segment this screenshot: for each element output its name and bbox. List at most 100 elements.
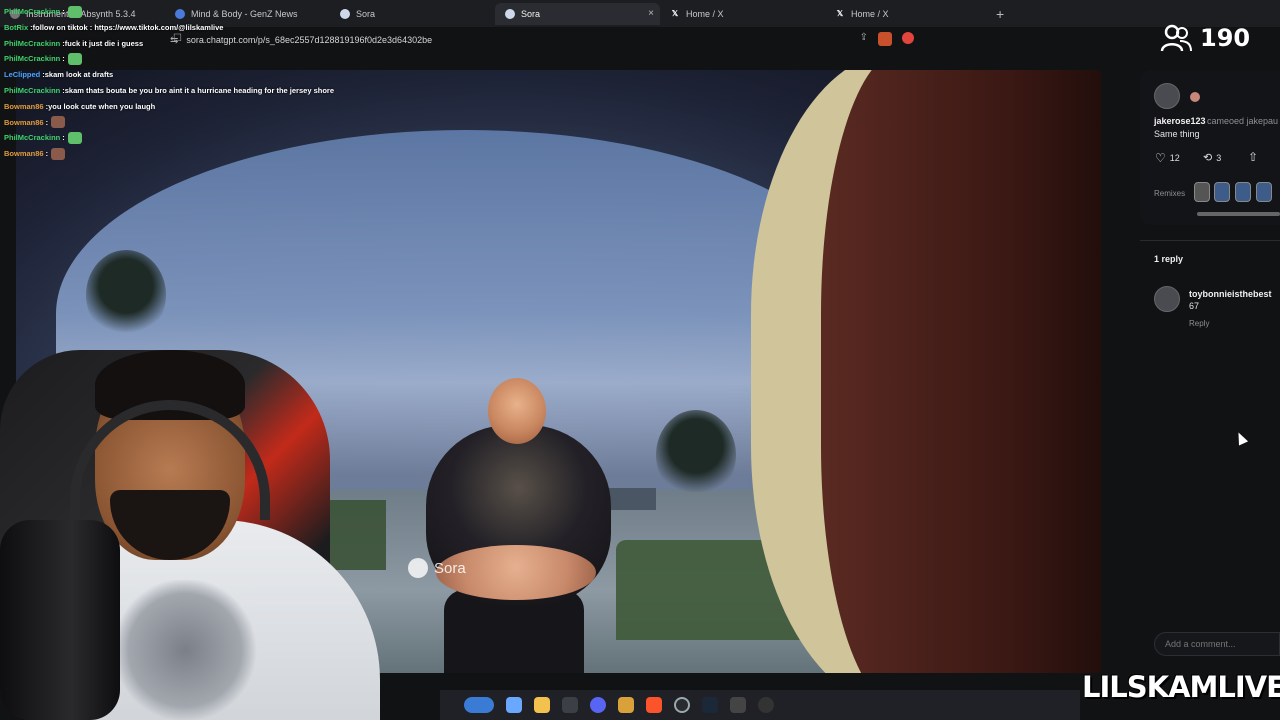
shirt-graphic bbox=[110, 580, 260, 720]
browser-tab[interactable]: 𝕏 Home / X bbox=[660, 3, 825, 25]
replies-header: 1 reply bbox=[1154, 254, 1184, 264]
chat-separator: : bbox=[62, 7, 65, 16]
reply-username[interactable]: toybonnieisthebest bbox=[1189, 289, 1272, 299]
chat-username: PhilMcCrackinn bbox=[4, 85, 61, 95]
brave-browser-icon[interactable] bbox=[646, 697, 662, 713]
heart-icon: ♡ bbox=[1155, 151, 1166, 165]
chat-text: follow on tiktok : https://www.tiktok.co… bbox=[32, 22, 224, 32]
post-caption: Same thing bbox=[1154, 129, 1200, 139]
weather-icon[interactable] bbox=[464, 697, 494, 713]
chat-message: PhilMcCrackinn : bbox=[4, 51, 524, 67]
post-details-card: jakerose123 cameoed jakepau Same thing ♡… bbox=[1140, 70, 1280, 225]
author-avatar[interactable] bbox=[1154, 83, 1180, 109]
tab-label: Home / X bbox=[851, 8, 889, 19]
video-palm-tree bbox=[86, 250, 166, 340]
chat-message: Bowman86 : bbox=[4, 146, 524, 162]
chat-username: BotRix bbox=[4, 22, 29, 32]
copilot-icon[interactable] bbox=[506, 697, 522, 713]
like-button[interactable]: ♡ 12 bbox=[1155, 151, 1180, 165]
chat-username: LeClipped bbox=[4, 70, 41, 80]
screen: Sora Instruments - Absynth 5.3.4Mind & B… bbox=[0, 0, 1280, 720]
remix-thumbnail[interactable] bbox=[1235, 182, 1251, 202]
address-bar-actions: ⇪ bbox=[860, 32, 914, 46]
brave-shield-icon[interactable] bbox=[878, 32, 892, 46]
chat-separator: : bbox=[45, 117, 49, 127]
cameo-text: cameoed jakepau bbox=[1207, 116, 1279, 126]
chat-message: PhilMcCrackinn : fuck it just die i gues… bbox=[4, 36, 524, 52]
file-explorer-icon[interactable] bbox=[534, 697, 550, 713]
viewer-count: 190 bbox=[1200, 24, 1251, 52]
streamer-brand-logo: LILSKAMLIVE bbox=[1082, 670, 1280, 704]
new-tab-button[interactable]: + bbox=[996, 6, 1004, 22]
pepe-emote-icon bbox=[51, 148, 66, 161]
chat-text: you look cute when you laugh bbox=[48, 101, 156, 111]
remix-thumbnail[interactable] bbox=[1194, 182, 1210, 202]
remix-count: 3 bbox=[1216, 152, 1222, 163]
video-door-frame bbox=[751, 70, 1101, 673]
streamer-webcam bbox=[0, 340, 440, 720]
chat-message: Bowman86 : bbox=[4, 115, 524, 131]
chat-message: PhilMcCrackinn : bbox=[4, 4, 524, 20]
viewers-icon bbox=[1160, 24, 1192, 52]
peepo-emote-icon bbox=[67, 132, 82, 145]
chat-username: Bowman86 bbox=[4, 117, 44, 127]
pepe-emote-icon bbox=[51, 116, 66, 129]
chat-separator: : bbox=[62, 133, 65, 143]
remix-button[interactable]: ⟲ 3 bbox=[1203, 151, 1221, 164]
obs-icon[interactable] bbox=[674, 697, 690, 713]
stream-chat-overlay: PhilMcCrackinn : BotRix : follow on tikt… bbox=[4, 4, 524, 162]
chat-username: PhilMcCrackinn bbox=[4, 7, 61, 16]
divider bbox=[1140, 240, 1280, 241]
app-icon[interactable] bbox=[730, 697, 746, 713]
video-figure bbox=[416, 370, 616, 673]
peepo-emote-icon bbox=[67, 53, 82, 66]
chat-message: PhilMcCrackinn : skam thats bouta be you… bbox=[4, 83, 524, 99]
share-icon[interactable]: ⇪ bbox=[860, 32, 868, 46]
remixes-label: Remixes bbox=[1154, 189, 1186, 198]
microphone bbox=[0, 520, 120, 720]
chat-separator: : bbox=[45, 149, 49, 159]
chat-text: skam thats bouta be you bro aint it a hu… bbox=[64, 85, 334, 95]
peepo-emote-icon bbox=[67, 5, 82, 18]
4k-app-icon[interactable] bbox=[758, 697, 774, 713]
brave-rewards-icon[interactable] bbox=[902, 32, 914, 44]
chat-message: LeClipped : skam look at drafts bbox=[4, 67, 524, 83]
close-tab-icon[interactable]: × bbox=[648, 8, 654, 19]
chat-message: Bowman86 : you look cute when you laugh bbox=[4, 99, 524, 115]
reply-text: 67 bbox=[1189, 301, 1200, 311]
x-icon: 𝕏 bbox=[670, 8, 680, 19]
tab-label: Home / X bbox=[686, 8, 724, 19]
chat-message: BotRix : follow on tiktok : https://www.… bbox=[4, 20, 524, 36]
video-palm-tree bbox=[656, 410, 736, 500]
viewer-count-widget: 190 bbox=[1160, 22, 1250, 54]
like-count: 12 bbox=[1169, 153, 1180, 163]
os-taskbar bbox=[440, 690, 1080, 720]
discord-icon[interactable] bbox=[590, 697, 606, 713]
remix-scrollbar[interactable] bbox=[1197, 212, 1280, 216]
cameo-avatar[interactable] bbox=[1190, 92, 1200, 102]
remix-thumbnail[interactable] bbox=[1214, 182, 1230, 202]
chat-username: Bowman86 bbox=[4, 149, 44, 159]
chat-message: PhilMcCrackinn : bbox=[4, 130, 524, 146]
steam-icon[interactable] bbox=[702, 697, 718, 713]
reply-avatar[interactable] bbox=[1154, 286, 1180, 312]
author-name[interactable]: jakerose123 bbox=[1154, 116, 1206, 126]
remix-icon: ⟲ bbox=[1203, 152, 1213, 164]
chat-username: Bowman86 bbox=[4, 101, 44, 111]
chat-separator: : bbox=[62, 54, 65, 64]
post-sidebar: jakerose123 cameoed jakepau Same thing ♡… bbox=[1140, 70, 1280, 720]
remix-thumbnail[interactable] bbox=[1256, 182, 1272, 202]
chat-username: PhilMcCrackinn bbox=[4, 133, 61, 143]
chat-username: PhilMcCrackinn bbox=[4, 38, 61, 48]
comment-input[interactable] bbox=[1154, 632, 1280, 656]
figure-head bbox=[488, 378, 546, 444]
reply-button[interactable]: Reply bbox=[1189, 319, 1209, 328]
chat-text: fuck it just die i guess bbox=[64, 38, 144, 48]
app-icon[interactable] bbox=[618, 697, 634, 713]
share-icon[interactable]: ⇧ bbox=[1248, 150, 1258, 164]
x-icon: 𝕏 bbox=[835, 8, 845, 19]
browser-tab[interactable]: 𝕏 Home / X bbox=[825, 3, 990, 25]
chat-text: skam look at drafts bbox=[44, 70, 114, 80]
store-icon[interactable] bbox=[562, 697, 578, 713]
chat-username: PhilMcCrackinn bbox=[4, 54, 61, 64]
